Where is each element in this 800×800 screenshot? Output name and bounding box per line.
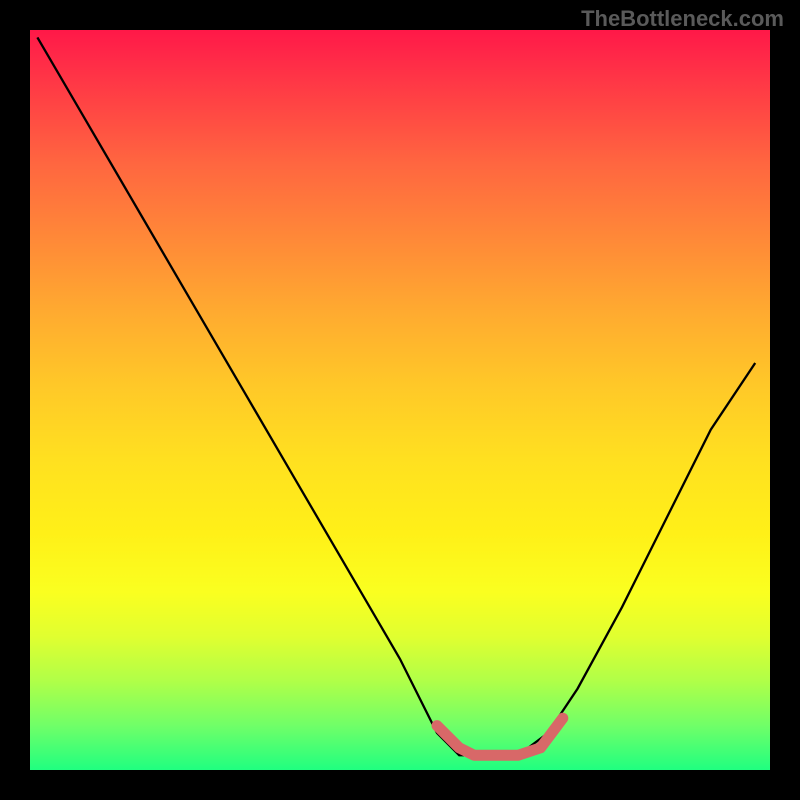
threshold-band-line xyxy=(437,718,563,755)
chart-svg xyxy=(30,30,770,770)
bottleneck-curve-line xyxy=(37,37,755,755)
watermark-text: TheBottleneck.com xyxy=(581,6,784,32)
